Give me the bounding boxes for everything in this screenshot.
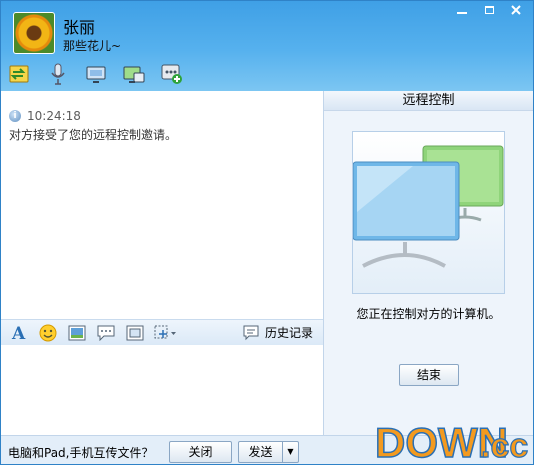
watermark-tld: .cc	[481, 427, 528, 465]
title-bar: 张丽 那些花儿~	[1, 1, 533, 91]
video-call-button[interactable]	[83, 62, 109, 86]
emoji-icon	[39, 324, 57, 341]
image-icon	[68, 325, 86, 340]
capture-dropdown-icon	[154, 325, 176, 338]
contact-signature: 那些花儿~	[63, 39, 122, 53]
close-window-button[interactable]	[504, 1, 528, 19]
close-button[interactable]: 关闭	[169, 441, 232, 463]
microphone-icon	[51, 63, 65, 85]
remote-status-text: 您正在控制对方的计算机。	[356, 307, 501, 321]
history-label: 历史记录	[264, 326, 313, 340]
device-transfer-link[interactable]: 电脑和Pad,手机互传文件？	[8, 444, 153, 461]
history-icon	[243, 325, 259, 340]
remote-desktop-icon	[86, 66, 106, 83]
quick-reply-button[interactable]	[95, 323, 117, 343]
send-image-button[interactable]	[66, 323, 88, 343]
info-icon: i	[9, 110, 21, 122]
contact-avatar[interactable]	[13, 12, 55, 54]
send-options-button[interactable]: ▼	[282, 441, 299, 463]
chat-bubble-icon	[97, 325, 115, 341]
maximize-button[interactable]	[477, 1, 501, 19]
message-history[interactable]: i 10:24:18 对方接受了您的远程控制邀请。	[1, 91, 323, 319]
screen-capture-button[interactable]	[153, 323, 179, 343]
message-timestamp: i 10:24:18	[9, 109, 81, 123]
remote-control-panel: 远程控制 您正在控制对方的计算机。 结束	[324, 91, 533, 435]
screenshot-icon	[126, 325, 144, 340]
message-input[interactable]	[1, 345, 323, 435]
system-message: 对方接受了您的远程控制邀请。	[9, 128, 178, 142]
message-time-text: 10:24:18	[27, 109, 81, 123]
remote-control-button[interactable]	[121, 62, 147, 86]
end-remote-button[interactable]: 结束	[399, 364, 459, 386]
close-icon	[511, 5, 521, 15]
voice-call-button[interactable]	[45, 62, 71, 86]
remote-illustration	[352, 131, 505, 294]
file-transfer-button[interactable]	[7, 62, 33, 86]
more-apps-button[interactable]	[159, 62, 185, 86]
font-icon: A	[11, 324, 26, 342]
svg-text:A: A	[11, 324, 26, 342]
screen-share-icon	[123, 66, 145, 83]
file-transfer-icon	[9, 65, 29, 83]
history-button[interactable]: 历史记录	[243, 324, 313, 341]
maximize-icon	[484, 6, 494, 14]
font-button[interactable]: A	[8, 323, 30, 343]
video-clip-button[interactable]	[124, 323, 146, 343]
send-button[interactable]: 发送	[238, 441, 283, 463]
watermark-logo: DOWN .cc	[374, 418, 529, 465]
minimize-button[interactable]	[450, 1, 474, 19]
format-toolbar: A 历史记录	[1, 319, 323, 345]
monitors-icon	[352, 145, 504, 268]
panel-title: 远程控制	[324, 91, 533, 111]
contact-name[interactable]: 张丽	[63, 14, 95, 38]
emoji-button[interactable]	[37, 323, 59, 343]
top-toolbar	[7, 62, 197, 86]
chat-window: 张丽 那些花儿~ i 10:24:18 对方接受了您的远程控制邀请。 A 历史记…	[0, 0, 534, 465]
minimize-icon	[457, 12, 467, 14]
more-apps-icon	[161, 64, 182, 84]
